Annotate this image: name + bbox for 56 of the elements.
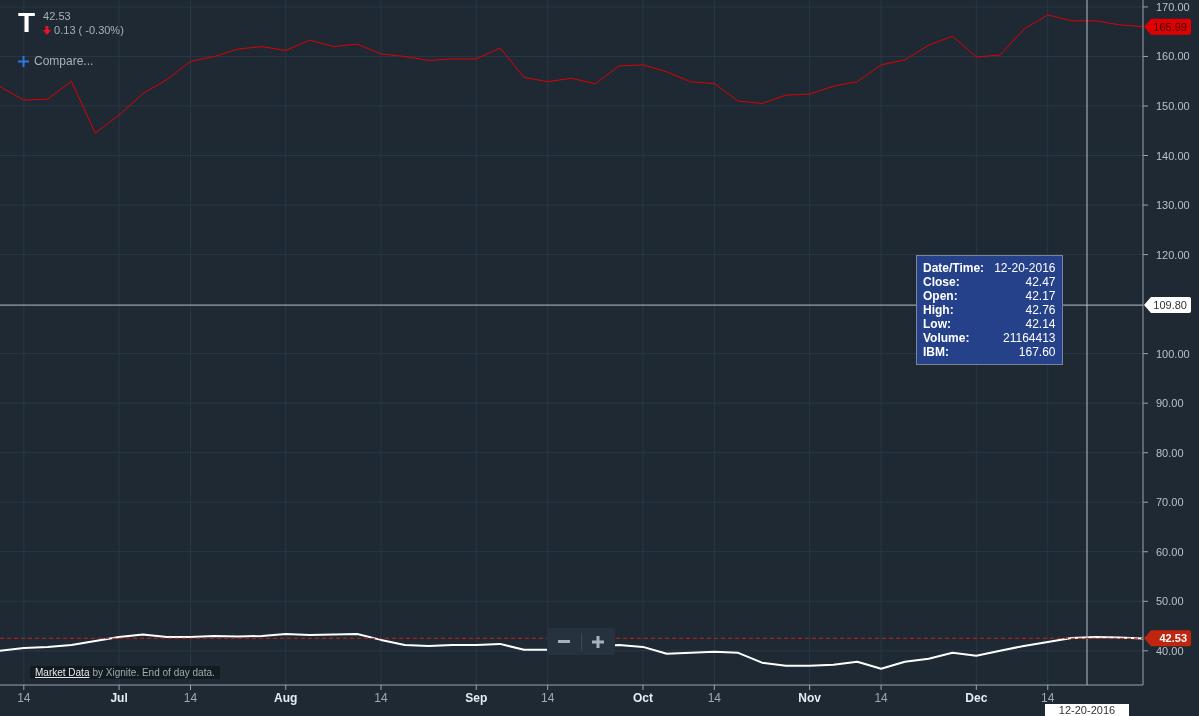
last-price: 42.53 <box>43 10 72 22</box>
x-tick-label: 14 <box>374 691 388 705</box>
down-arrow-icon <box>43 25 52 35</box>
crosshair-price-label: 109.80 <box>1144 297 1191 314</box>
y-tick-label: 50.00 <box>1156 595 1184 608</box>
x-tick-label: Sep <box>465 691 488 705</box>
tooltip-label: Close: <box>923 275 961 290</box>
x-tick-label: 14 <box>541 691 555 705</box>
tooltip-value: 12-20-2016 <box>994 261 1056 276</box>
y-tick-label: 100.00 <box>1156 347 1190 360</box>
tooltip-value: 21164413 <box>1002 331 1056 346</box>
tooltip-label: Low: <box>923 317 952 332</box>
plus-icon <box>592 635 605 648</box>
x-tick-label: 14 <box>874 691 888 705</box>
x-tick-label: Dec <box>965 691 988 705</box>
price-tag: 165.99 <box>1144 18 1191 35</box>
y-tick-label: 120.00 <box>1156 248 1190 261</box>
x-tick-label: Aug <box>274 691 298 705</box>
x-tick-label: 14 <box>17 691 31 705</box>
minus-icon <box>557 640 570 643</box>
x-tick-label: Nov <box>798 691 821 705</box>
price-tag: 42.53 <box>1144 630 1191 647</box>
x-tick-label: 14 <box>183 691 198 705</box>
x-tick-label: 14 <box>707 691 722 705</box>
attribution-text: by Xignite. End of day data. <box>92 667 215 678</box>
y-tick-label: 40.00 <box>1156 644 1184 657</box>
y-tick-label: 70.00 <box>1156 496 1184 509</box>
x-tick-label: Oct <box>632 691 653 705</box>
y-tick-label: 160.00 <box>1156 50 1190 63</box>
tooltip-value: 42.76 <box>1024 303 1056 318</box>
ticker-symbol: T <box>18 6 36 40</box>
y-tick-label: 150.00 <box>1156 100 1190 112</box>
y-tick-label: 140.00 <box>1156 149 1190 162</box>
tooltip-value: 42.47 <box>1024 275 1056 290</box>
plus-icon <box>18 55 29 67</box>
ref-line-label: 109.80 <box>1153 299 1187 312</box>
x-tick-label: Jul <box>110 691 128 705</box>
y-tick-label: 80.00 <box>1156 446 1184 459</box>
tooltip-label: Open: <box>923 289 959 304</box>
tooltip-label: Volume: <box>923 331 971 346</box>
ref-line-label: 42.53 <box>1159 632 1187 645</box>
x-tick-label: 14 <box>1041 691 1055 705</box>
compare-button[interactable]: Compare... <box>18 54 94 68</box>
market-data-link[interactable]: Market Data <box>35 667 90 678</box>
crosshair-date-label: 12-20-2016 <box>1045 704 1129 716</box>
price-change: 0.13 ( -0.30%) <box>54 24 124 36</box>
y-tick-label: 130.00 <box>1156 199 1190 212</box>
tooltip-value: 42.14 <box>1024 317 1056 332</box>
y-tick-label: 90.00 <box>1156 397 1184 410</box>
tooltip-value: 167.60 <box>1017 345 1056 360</box>
tooltip-label: High: <box>923 303 955 318</box>
tooltip-value: 42.17 <box>1024 289 1056 304</box>
y-tick-label: 60.00 <box>1156 545 1184 558</box>
y-tick-label: 170.00 <box>1156 0 1190 13</box>
tooltip-label: Date/Time: <box>923 261 985 276</box>
tooltip-label: IBM: <box>923 345 950 360</box>
